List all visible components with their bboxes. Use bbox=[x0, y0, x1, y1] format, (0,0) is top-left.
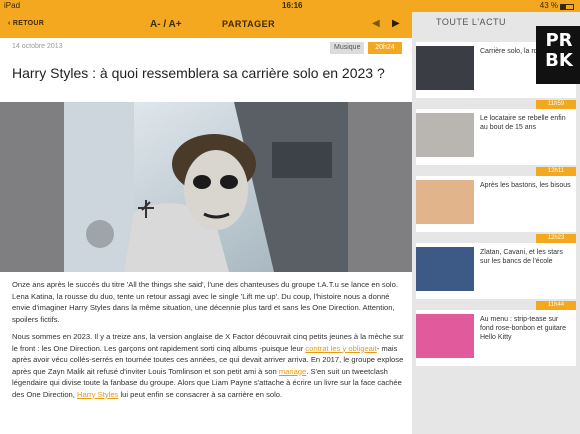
news-headline: Au menu : strip-tease sur fond rose-bonb… bbox=[480, 316, 567, 341]
article-panel: 14 octobre 2013 Musique 20h24 Harry Styl… bbox=[0, 38, 412, 434]
article-paragraph: Nous sommes en 2023. Il y a treize ans, … bbox=[12, 331, 404, 400]
article-title: Harry Styles : à quoi ressemblera sa car… bbox=[12, 65, 385, 81]
back-button[interactable]: ‹ RETOUR bbox=[8, 20, 44, 27]
article-toolbar: ‹ RETOUR A- / A+ PARTAGER ◀ ▶ bbox=[0, 12, 412, 38]
news-thumbnail bbox=[416, 46, 474, 90]
back-label: RETOUR bbox=[12, 20, 45, 27]
category-badge[interactable]: Musique bbox=[330, 42, 365, 54]
article-hero-image bbox=[0, 102, 412, 272]
news-item[interactable]: 11h59 Le locataire se rebelle enfin au b… bbox=[416, 100, 576, 165]
link-contrat[interactable]: contrat les y obligeait bbox=[305, 344, 376, 353]
news-headline: Après les bastons, les bisous bbox=[480, 182, 571, 189]
news-headline: Zlatan, Cavani, et les stars sur les ban… bbox=[480, 249, 563, 265]
status-bar: iPad 16:16 43 % bbox=[0, 0, 580, 12]
news-item[interactable]: 12h11 Après les bastons, les bisous bbox=[416, 167, 576, 232]
news-time-badge: 11h44 bbox=[536, 301, 576, 310]
news-thumbnail bbox=[416, 113, 474, 157]
news-thumbnail bbox=[416, 247, 474, 291]
news-item[interactable]: 11h44 Au menu : strip-tease sur fond ros… bbox=[416, 301, 576, 366]
battery-percent: 43 % bbox=[539, 1, 558, 10]
sidebar-title: TOUTE L'ACTU bbox=[436, 17, 507, 27]
carrier-label: iPad bbox=[4, 1, 21, 10]
purebreak-logo[interactable]: PR BK bbox=[536, 26, 580, 84]
time-badge: 20h24 bbox=[368, 42, 402, 54]
next-article-icon[interactable]: ▶ bbox=[392, 18, 400, 29]
news-time-badge: 12h23 bbox=[536, 234, 576, 243]
battery-icon bbox=[560, 3, 574, 10]
news-time-badge: 12h11 bbox=[536, 167, 576, 176]
news-sidebar: TOUTE L'ACTU PR BK Carrière solo, la rock… bbox=[412, 12, 580, 434]
article-date: 14 octobre 2013 bbox=[12, 43, 63, 50]
link-harry-styles[interactable]: Harry Styles bbox=[77, 390, 118, 399]
article-body: Onze ans après le succès du titre 'All t… bbox=[12, 279, 404, 406]
news-thumbnail bbox=[416, 180, 474, 224]
news-item[interactable]: 12h23 Zlatan, Cavani, et les stars sur l… bbox=[416, 234, 576, 299]
news-thumbnail bbox=[416, 314, 474, 358]
share-button[interactable]: PARTAGER bbox=[222, 19, 275, 29]
news-headline: Le locataire se rebelle enfin au bout de… bbox=[480, 115, 566, 131]
article-paragraph: Onze ans après le succès du titre 'All t… bbox=[12, 280, 398, 324]
news-time-badge: 11h59 bbox=[536, 100, 576, 109]
battery-indicator: 43 % bbox=[540, 1, 574, 10]
clock: 16:16 bbox=[282, 1, 303, 10]
previous-article-icon[interactable]: ◀ bbox=[372, 18, 380, 29]
font-size-button[interactable]: A- / A+ bbox=[150, 19, 182, 30]
hero-photo bbox=[64, 102, 348, 272]
paragraph-text: lui peut enfin se consacrer à sa carrièr… bbox=[118, 389, 283, 399]
link-mariage[interactable]: mariage bbox=[279, 367, 306, 376]
